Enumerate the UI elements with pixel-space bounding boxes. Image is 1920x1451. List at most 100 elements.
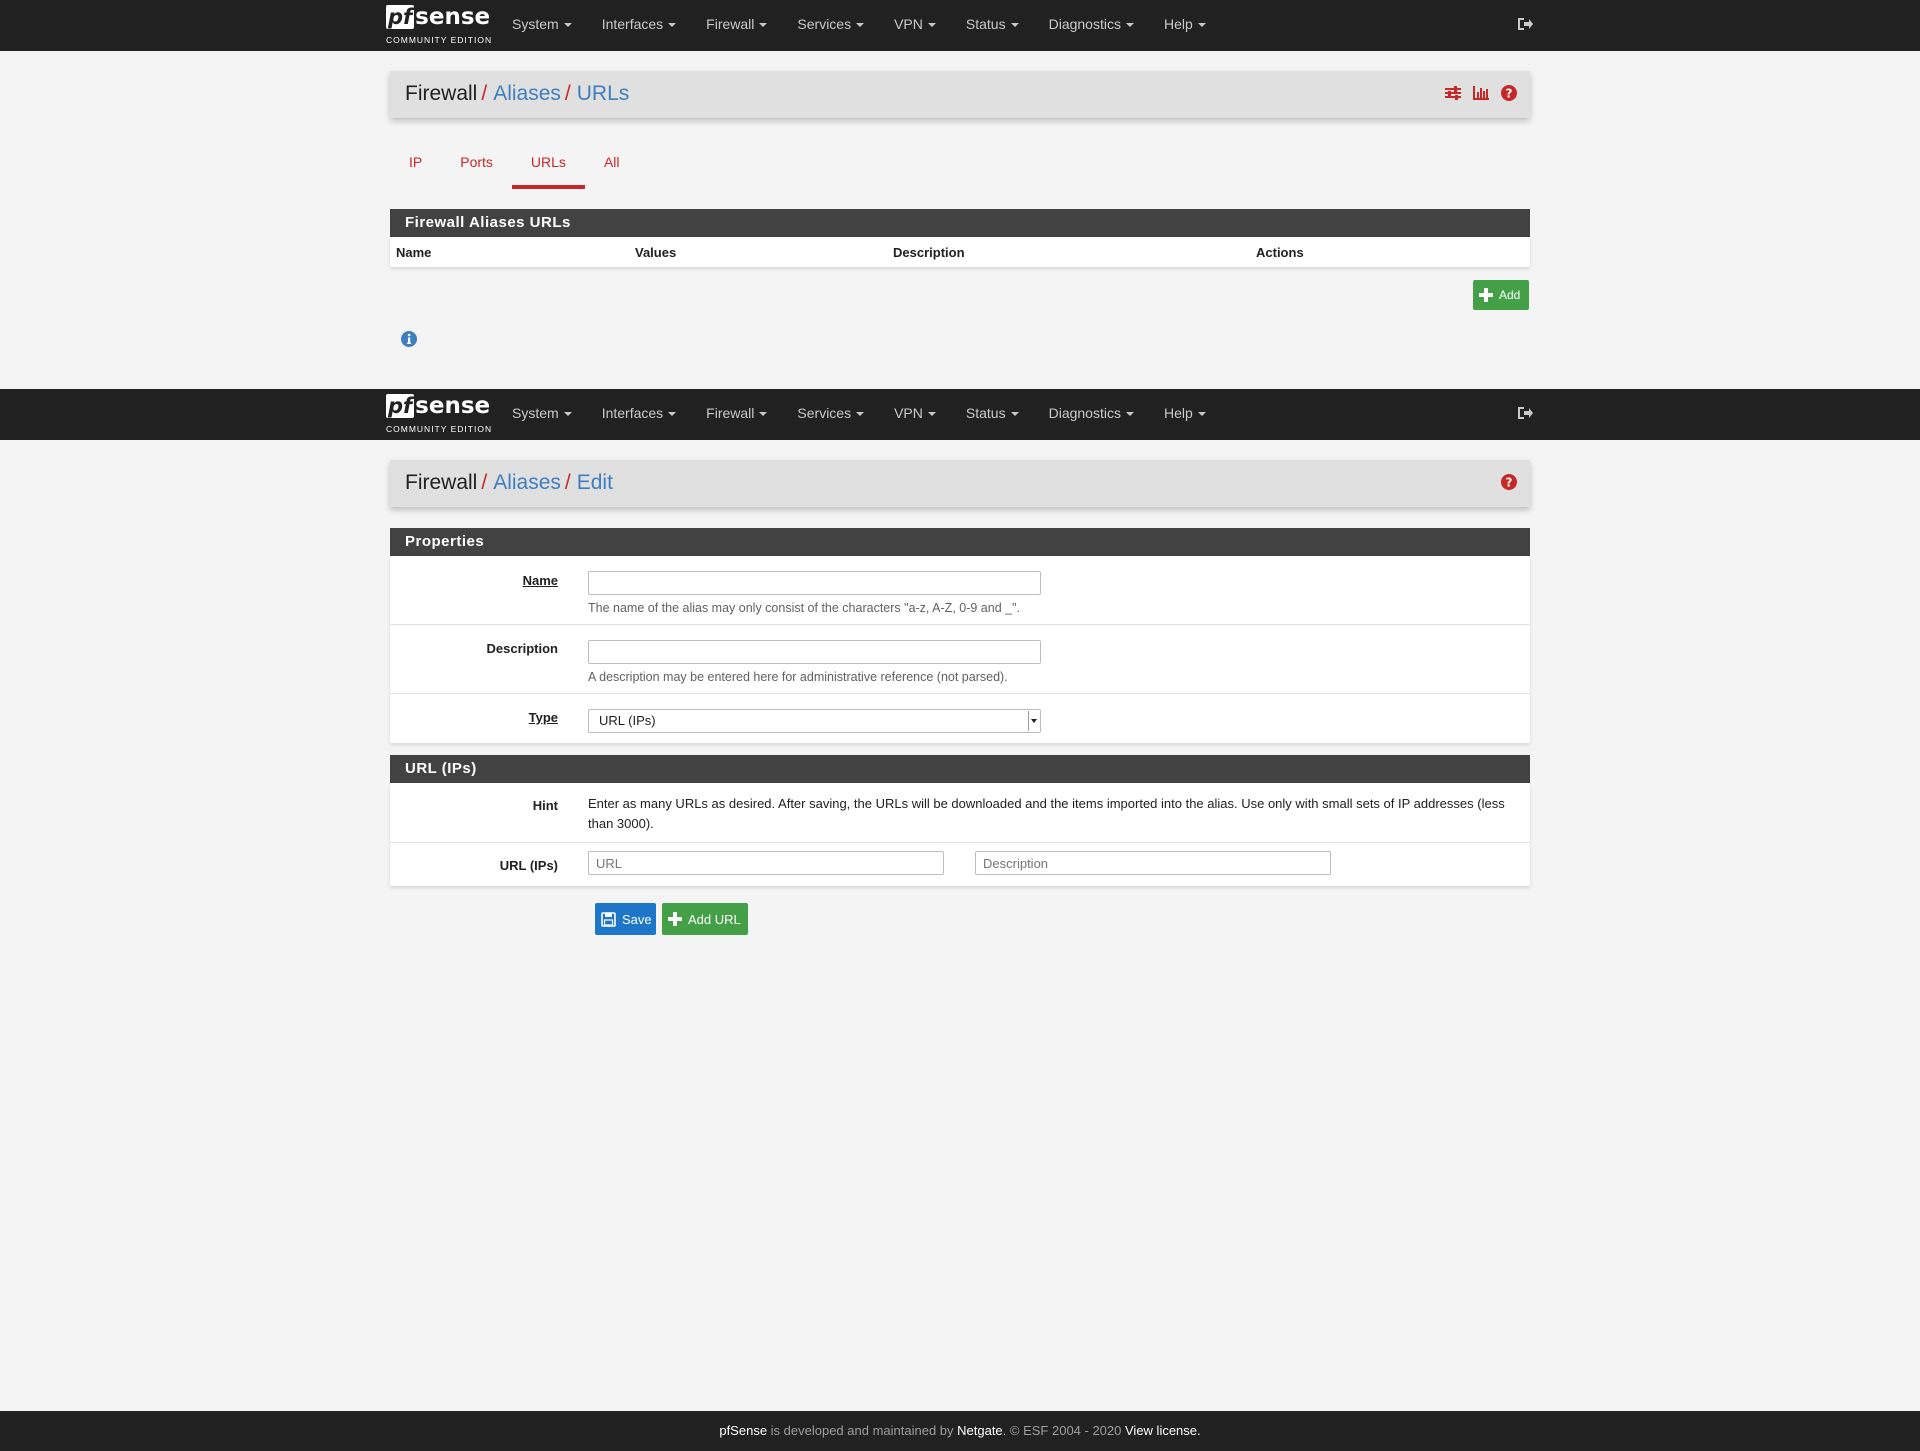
menu-label: Interfaces bbox=[601, 405, 664, 421]
name-help-text: The name of the alias may only consist o… bbox=[588, 601, 1020, 615]
aliases-table: Name Values Description Actions bbox=[390, 237, 1530, 267]
breadcrumb-firewall: Firewall bbox=[405, 471, 478, 494]
footer-product: pfSense bbox=[719, 1423, 768, 1438]
add-button-label: Add bbox=[1499, 288, 1521, 302]
url-ips-panel-title: URL (IPs) bbox=[390, 755, 1530, 783]
pfsense-logo[interactable]: pf sense COMMUNITY EDITION bbox=[386, 394, 496, 436]
add-url-button[interactable]: Add URL bbox=[662, 903, 748, 935]
menu-system[interactable]: System bbox=[497, 389, 587, 440]
menu-label: Services bbox=[797, 405, 852, 421]
menu-label: Help bbox=[1163, 405, 1193, 421]
column-header-values[interactable]: Values bbox=[635, 245, 676, 260]
second-navbar: pf sense COMMUNITY EDITION System Interfa… bbox=[0, 389, 1920, 440]
type-select[interactable]: URL (IPs) bbox=[588, 709, 1041, 733]
footer-license-link[interactable]: View license. bbox=[1125, 1423, 1201, 1438]
menu-diagnostics[interactable]: Diagnostics bbox=[1034, 389, 1149, 440]
chevron-down-icon bbox=[1028, 711, 1039, 731]
logo-edition-text: COMMUNITY EDITION bbox=[386, 424, 493, 434]
plus-icon bbox=[668, 912, 682, 926]
svg-text:?: ? bbox=[1506, 87, 1513, 101]
caret-down-icon bbox=[927, 412, 936, 417]
save-button[interactable]: Save bbox=[595, 903, 656, 935]
bar-chart-icon[interactable] bbox=[1472, 84, 1490, 102]
hint-row: Hint Enter as many URLs as desired. Afte… bbox=[390, 783, 1530, 843]
breadcrumb-edit-link[interactable]: Edit bbox=[577, 471, 613, 494]
floppy-disk-icon bbox=[601, 911, 616, 927]
url-ips-label: URL (IPs) bbox=[499, 858, 558, 873]
sign-out-icon[interactable] bbox=[1516, 404, 1534, 422]
tab-ip[interactable]: IP bbox=[390, 140, 441, 188]
url-input[interactable] bbox=[588, 851, 944, 875]
name-label: Name bbox=[522, 573, 558, 588]
column-header-actions: Actions bbox=[1256, 245, 1304, 260]
menu-services[interactable]: Services bbox=[782, 389, 879, 440]
tab-all[interactable]: All bbox=[585, 140, 639, 188]
description-label: Description bbox=[486, 641, 558, 656]
info-circle-icon[interactable] bbox=[400, 330, 418, 348]
name-row: Name The name of the alias may only cons… bbox=[390, 556, 1530, 625]
logo-sense-text: sense bbox=[415, 393, 491, 419]
tab-ports[interactable]: Ports bbox=[441, 140, 512, 188]
svg-text:?: ? bbox=[1506, 476, 1513, 490]
aliases-list-view: Firewall / Aliases / URLs ? IP Ports URLs Al… bbox=[390, 0, 1530, 380]
description-row: Description A description may be entered… bbox=[390, 625, 1530, 694]
url-entry-row: URL (IPs) bbox=[390, 843, 1530, 886]
breadcrumb-urls-link[interactable]: URLs bbox=[577, 82, 630, 105]
url-description-input[interactable] bbox=[975, 851, 1331, 875]
description-input[interactable] bbox=[588, 640, 1041, 664]
main-menu: System Interfaces Firewall Services VPN … bbox=[497, 389, 1221, 440]
caret-down-icon bbox=[1125, 412, 1134, 417]
caret-down-icon bbox=[759, 412, 768, 417]
question-circle-icon[interactable]: ? bbox=[1500, 84, 1518, 102]
column-header-name[interactable]: Name bbox=[396, 245, 431, 260]
properties-panel: Name The name of the alias may only cons… bbox=[390, 556, 1530, 743]
alias-edit-view: Firewall / Aliases / Edit ? Properties Name … bbox=[390, 440, 1530, 960]
breadcrumb-separator: / bbox=[564, 471, 571, 494]
menu-status[interactable]: Status bbox=[951, 389, 1034, 440]
caret-down-icon bbox=[856, 412, 865, 417]
add-alias-button[interactable]: Add bbox=[1473, 280, 1529, 310]
caret-down-icon bbox=[668, 412, 677, 417]
breadcrumb: Firewall / Aliases / URLs ? bbox=[390, 71, 1530, 118]
breadcrumb-aliases-link[interactable]: Aliases bbox=[493, 471, 561, 494]
name-input[interactable] bbox=[588, 571, 1041, 595]
breadcrumb-aliases-link[interactable]: Aliases bbox=[493, 82, 561, 105]
column-header-description[interactable]: Description bbox=[893, 245, 965, 260]
question-circle-icon[interactable]: ? bbox=[1500, 473, 1518, 491]
plus-icon bbox=[1479, 288, 1493, 302]
logo-pf-text: pf bbox=[386, 394, 415, 418]
properties-panel-title: Properties bbox=[390, 528, 1530, 556]
type-row: Type URL (IPs) bbox=[390, 694, 1530, 743]
breadcrumb-separator: / bbox=[481, 471, 488, 494]
caret-down-icon bbox=[563, 412, 572, 417]
hint-text: Enter as many URLs as desired. After sav… bbox=[588, 796, 1505, 831]
sliders-icon[interactable] bbox=[1444, 84, 1462, 102]
menu-firewall[interactable]: Firewall bbox=[691, 389, 782, 440]
type-label: Type bbox=[528, 710, 558, 725]
save-button-label: Save bbox=[622, 911, 652, 927]
alias-type-tabs: IP Ports URLs All bbox=[390, 140, 639, 189]
menu-interfaces[interactable]: Interfaces bbox=[587, 389, 691, 440]
add-url-button-label: Add URL bbox=[688, 911, 741, 927]
menu-label: Diagnostics bbox=[1048, 405, 1121, 421]
caret-down-icon bbox=[1010, 412, 1019, 417]
type-selected-value: URL (IPs) bbox=[599, 713, 656, 728]
menu-help[interactable]: Help bbox=[1149, 389, 1221, 440]
menu-vpn[interactable]: VPN bbox=[879, 389, 951, 440]
panel-title: Firewall Aliases URLs bbox=[390, 209, 1530, 237]
breadcrumb: Firewall / Aliases / Edit ? bbox=[390, 460, 1530, 507]
breadcrumb-separator: / bbox=[481, 82, 488, 105]
menu-label: VPN bbox=[894, 405, 923, 421]
url-ips-panel: Hint Enter as many URLs as desired. Afte… bbox=[390, 783, 1530, 886]
footer-middle-text: is developed and maintained by bbox=[767, 1423, 958, 1438]
breadcrumb-firewall: Firewall bbox=[405, 82, 478, 105]
tab-urls[interactable]: URLs bbox=[511, 140, 585, 189]
menu-label: System bbox=[512, 405, 559, 421]
page-footer: pfSense is developed and maintained by N… bbox=[0, 1411, 1920, 1451]
breadcrumb-separator: / bbox=[564, 82, 571, 105]
menu-label: Status bbox=[965, 405, 1006, 421]
menu-label: Firewall bbox=[706, 405, 755, 421]
footer-netgate-link[interactable]: Netgate bbox=[957, 1423, 1003, 1438]
hint-label: Hint bbox=[532, 798, 558, 813]
description-help-text: A description may be entered here for ad… bbox=[588, 670, 1008, 684]
